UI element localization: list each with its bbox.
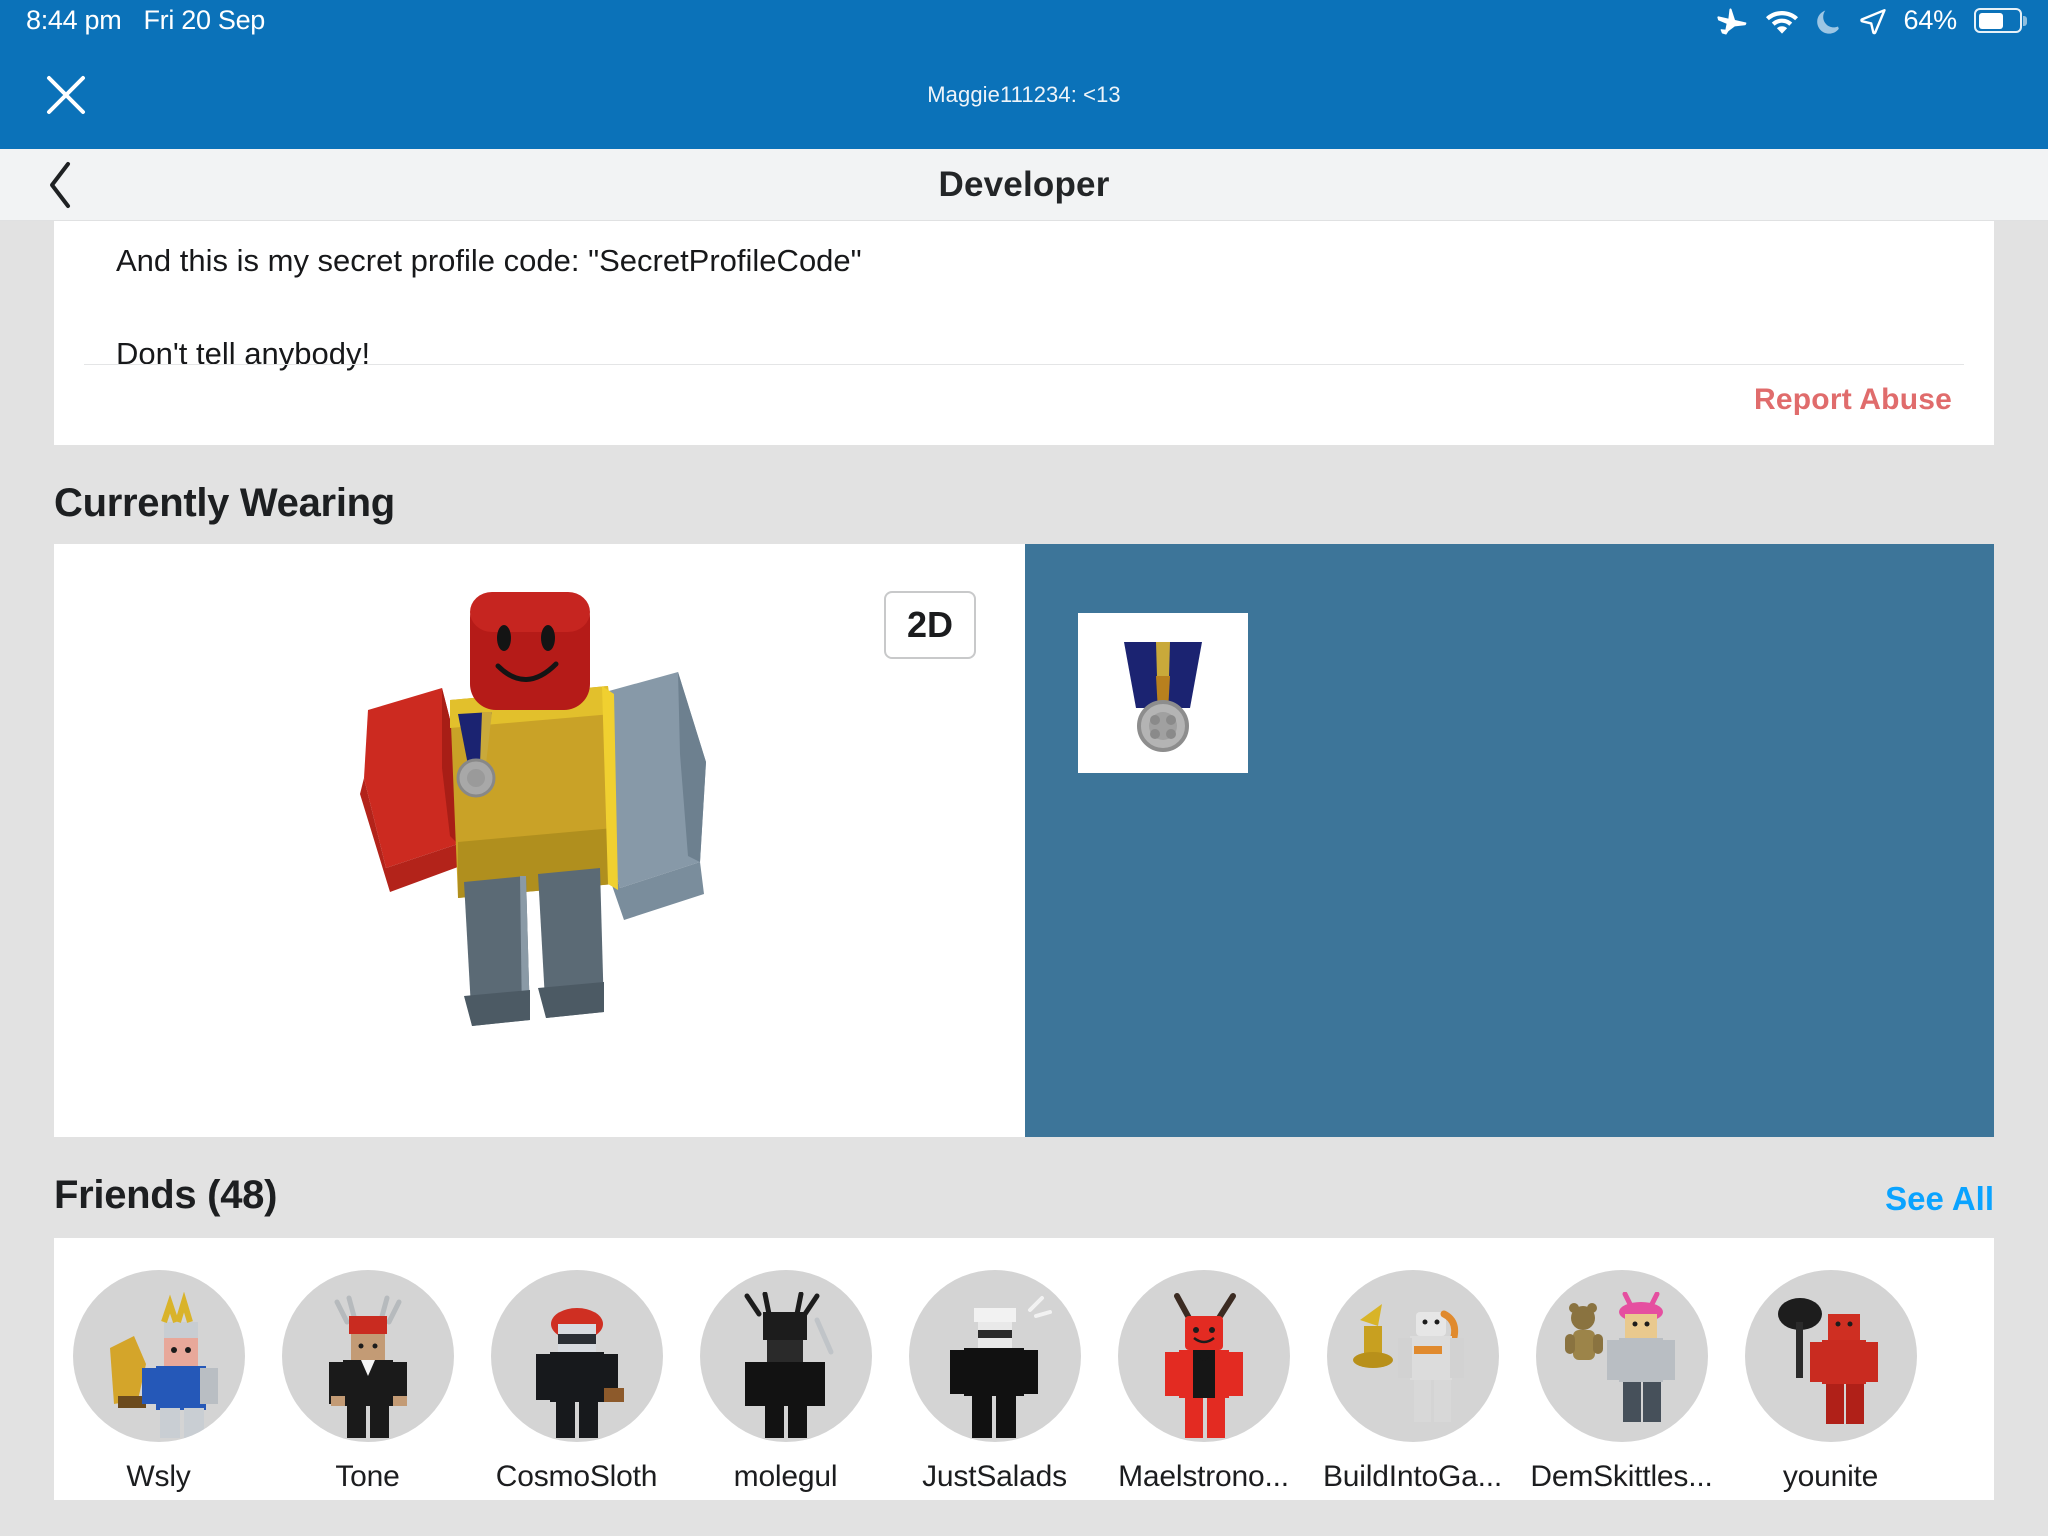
- profile-description-card: And this is my secret profile code: "Sec…: [54, 221, 1994, 445]
- app-chrome-bar: Maggie111234: <13: [0, 41, 2048, 149]
- see-all-link[interactable]: See All: [1885, 1180, 1994, 1218]
- list-item-label: younite: [1782, 1460, 1879, 1493]
- friends-header: Friends (48) See All: [0, 1173, 2048, 1218]
- currently-wearing-panel: 2D: [54, 544, 1994, 1137]
- page-title: Developer: [938, 164, 1110, 204]
- report-abuse-link[interactable]: Report Abuse: [1754, 383, 1952, 417]
- avatar: [281, 1270, 454, 1442]
- list-item[interactable]: Wsly: [54, 1270, 263, 1494]
- avatar: [1535, 1270, 1708, 1442]
- avatar: [1744, 1270, 1917, 1442]
- list-item[interactable]: JustSalads: [890, 1270, 1099, 1494]
- list-item[interactable]: CosmoSloth: [472, 1270, 681, 1494]
- avatar: [699, 1270, 872, 1442]
- avatar: [908, 1270, 1081, 1442]
- divider: [84, 364, 1964, 365]
- list-item[interactable]: DemSkittles...: [1517, 1270, 1726, 1494]
- nav-header: Developer: [0, 149, 2048, 221]
- list-item-label: Wsly: [126, 1460, 191, 1493]
- friends-list[interactable]: Wsly Tone CosmoSloth molegul JustSalads …: [54, 1238, 1994, 1500]
- avatar: [72, 1270, 245, 1442]
- battery-icon: [1974, 8, 2022, 33]
- list-item[interactable]: molegul: [681, 1270, 890, 1494]
- list-item-label: BuildIntoGa...: [1323, 1460, 1502, 1493]
- list-item-label: Maelstrono...: [1118, 1460, 1289, 1493]
- list-item-label: Tone: [335, 1460, 400, 1493]
- currently-wearing-title: Currently Wearing: [54, 481, 395, 525]
- status-time: 8:44 pm: [26, 5, 122, 35]
- status-date: Fri 20 Sep: [143, 5, 266, 35]
- list-item[interactable]: Tone: [263, 1270, 472, 1494]
- avatar: [490, 1270, 663, 1442]
- location-arrow-icon: [1859, 7, 1887, 35]
- worn-item-thumbnail[interactable]: [1078, 613, 1248, 773]
- wifi-icon: [1765, 8, 1799, 34]
- currently-wearing-header: Currently Wearing: [0, 481, 2048, 526]
- friends-title: Friends (48): [54, 1173, 278, 1217]
- description-line-2: Don't tell anybody!: [116, 336, 371, 371]
- list-item-label: molegul: [733, 1460, 838, 1493]
- list-item-label: DemSkittles...: [1530, 1460, 1713, 1493]
- list-item-label: JustSalads: [922, 1460, 1067, 1493]
- close-icon[interactable]: [40, 69, 92, 121]
- worn-items-stage: [1025, 544, 1994, 1137]
- battery-fill: [1978, 12, 2004, 29]
- description-line-1: And this is my secret profile code: "Sec…: [116, 243, 862, 278]
- back-chevron-icon[interactable]: [38, 159, 84, 211]
- avatar-3d-render: [346, 582, 766, 1042]
- status-bar: 8:44 pm Fri 20 Sep 64%: [0, 0, 2048, 41]
- avatar: [1117, 1270, 1290, 1442]
- status-bar-left: 8:44 pm Fri 20 Sep: [26, 5, 265, 36]
- dimension-toggle-button[interactable]: 2D: [884, 591, 976, 659]
- status-bar-right: 64%: [1716, 5, 2022, 36]
- list-item[interactable]: BuildIntoGa...: [1308, 1270, 1517, 1494]
- list-item[interactable]: younite: [1726, 1270, 1935, 1494]
- list-item-label: CosmoSloth: [495, 1460, 658, 1493]
- avatar: [1326, 1270, 1499, 1442]
- battery-percent-label: 64%: [1903, 5, 1958, 35]
- airplane-mode-icon: [1716, 6, 1748, 36]
- list-item[interactable]: Maelstrono...: [1099, 1270, 1308, 1494]
- scroll-content[interactable]: And this is my secret profile code: "Sec…: [0, 221, 2048, 1536]
- avatar-stage[interactable]: 2D: [54, 544, 1025, 1137]
- do-not-disturb-moon-icon: [1816, 7, 1842, 35]
- chrome-bar-title: Maggie111234: <13: [927, 82, 1121, 107]
